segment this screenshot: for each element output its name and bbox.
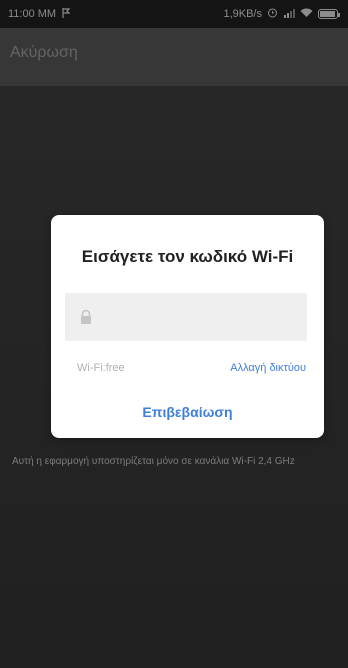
dialog-title: Εισάγετε τον κωδικό Wi-Fi [81, 247, 294, 266]
lock-icon [79, 309, 93, 325]
password-input[interactable] [103, 308, 287, 326]
change-network-link[interactable]: Αλλαγή δικτύου [230, 362, 306, 374]
screen: 11:00 MM 1,9KB/s Ακύρωση Αυτή η εφαρμογή… [0, 0, 348, 668]
wifi-password-dialog: Εισάγετε τον κωδικό Wi-Fi Wi-Fi:free Αλλ… [51, 215, 324, 438]
confirm-button[interactable]: Επιβεβαίωση [51, 404, 324, 420]
wifi-network-name: Wi-Fi:free [77, 362, 125, 374]
password-field[interactable] [65, 293, 307, 341]
